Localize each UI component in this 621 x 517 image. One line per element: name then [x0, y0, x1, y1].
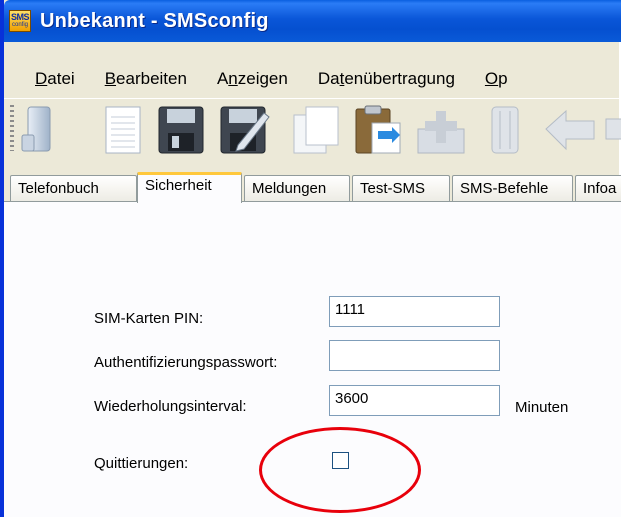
auth-password-label: Authentifizierungspasswort: [94, 354, 278, 371]
app-window: SMS config Unbekannt - SMSconfig Datei B… [0, 0, 621, 517]
tab-meldungen[interactable]: Meldungen [244, 175, 350, 202]
highlight-circle [259, 427, 421, 513]
acknowledgements-label: Quittierungen: [94, 455, 189, 472]
pin-label: SIM-Karten PIN: [94, 310, 204, 327]
tab-sicherheit[interactable]: Sicherheit [137, 172, 242, 203]
copy-icon[interactable] [292, 105, 342, 155]
interval-label: Wiederholungsinterval: [94, 398, 247, 415]
add-icon[interactable] [416, 105, 466, 155]
document-icon[interactable] [104, 105, 142, 155]
menu-datenuebertragung[interactable]: Datenübertragung [288, 69, 455, 89]
toolbar-grip[interactable] [10, 105, 14, 151]
toolbar [4, 98, 621, 158]
pin-input[interactable]: 1111 [329, 296, 500, 327]
menu-anzeigen[interactable]: Anzeigen [187, 69, 288, 89]
save-icon[interactable] [158, 105, 204, 155]
save-as-icon[interactable] [220, 105, 270, 155]
tab-infoa[interactable]: Infoa [575, 175, 621, 202]
paste-icon[interactable] [354, 105, 404, 155]
tab-sms-befehle[interactable]: SMS-Befehle [452, 175, 573, 202]
back-arrow-icon[interactable] [544, 105, 621, 155]
interval-input[interactable]: 3600 [329, 385, 500, 416]
menu-optionen[interactable]: Op [455, 69, 508, 89]
window-title: Unbekannt - SMSconfig [40, 9, 269, 32]
menu-bearbeiten[interactable]: Bearbeiten [75, 69, 187, 89]
tab-test-sms[interactable]: Test-SMS [352, 175, 450, 202]
app-icon-text-top: SMS [10, 12, 30, 22]
title-bar[interactable]: SMS config Unbekannt - SMSconfig [4, 0, 621, 42]
interval-unit-label: Minuten [515, 399, 569, 416]
menu-datei[interactable]: Datei [4, 69, 75, 89]
tab-telefonbuch[interactable]: Telefonbuch [10, 175, 137, 202]
app-icon-text-bottom: config [11, 22, 28, 28]
auth-password-input[interactable] [329, 340, 500, 371]
tab-strip: Telefonbuch Sicherheit Meldungen Test-SM… [4, 172, 621, 203]
sim-icon[interactable] [488, 105, 522, 155]
app-icon[interactable]: SMS config [9, 10, 31, 32]
menu-bar: Datei Bearbeiten Anzeigen Datenübertragu… [4, 64, 621, 94]
phone-icon[interactable] [20, 105, 54, 153]
